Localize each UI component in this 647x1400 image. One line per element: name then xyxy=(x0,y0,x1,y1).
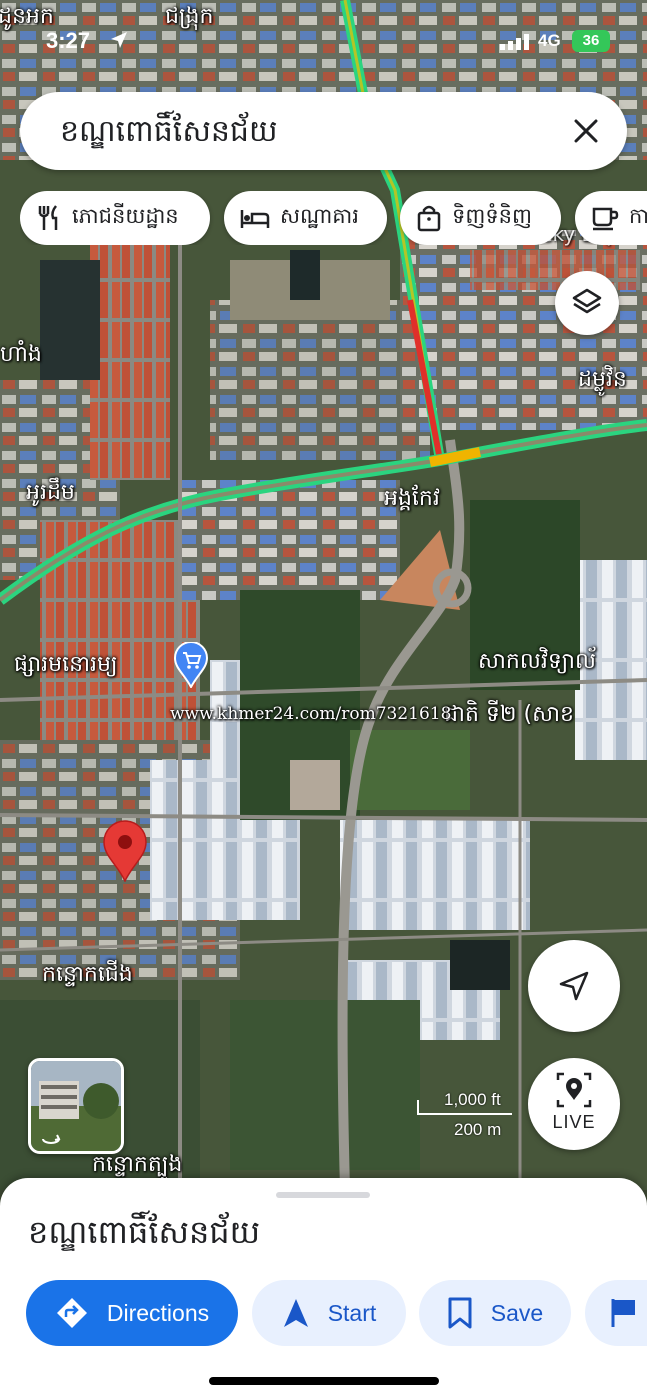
save-button[interactable]: Save xyxy=(419,1280,571,1346)
bookmark-icon xyxy=(448,1297,472,1329)
status-time: 3:27 xyxy=(46,28,91,53)
save-label: Save xyxy=(490,1299,544,1326)
live-view-button[interactable]: LIVE xyxy=(528,1058,620,1150)
directions-icon xyxy=(56,1298,87,1328)
map-label-university[interactable]: សាកលវិទ្យាល័ xyxy=(478,647,596,679)
map-label-area: អូរដឹម xyxy=(26,480,75,505)
scale-bar xyxy=(417,1100,512,1115)
start-label: Start xyxy=(327,1299,377,1326)
directions-button[interactable]: Directions xyxy=(26,1280,238,1346)
restaurant-icon xyxy=(38,205,58,230)
search-query[interactable]: ខណ្ឌពោធិ៍សែនជ័យ xyxy=(60,112,278,156)
place-title: ខណ្ឌពោធិ៍សែនជ័យ xyxy=(28,1213,261,1251)
street-view-thumbnail[interactable] xyxy=(28,1058,124,1154)
map-label-university[interactable]: ជាតិ ទី២ (សាខ xyxy=(444,700,574,732)
hotel-icon xyxy=(240,210,270,228)
chip-label: កា xyxy=(629,203,647,228)
directions-label: Directions xyxy=(106,1299,210,1326)
street-view-image xyxy=(31,1061,121,1151)
coffee-icon xyxy=(592,207,619,231)
chip-label: សណ្ឋាគារ xyxy=(280,203,359,228)
status-bar: 3:27 4G 36 xyxy=(0,28,647,58)
my-location-button[interactable] xyxy=(528,940,620,1032)
layers-icon xyxy=(572,288,602,314)
place-bottom-sheet[interactable]: ខណ្ឌពោធិ៍សែនជ័យ Directions Start Save xyxy=(0,1178,647,1400)
more-button[interactable] xyxy=(585,1280,647,1346)
map-label-area: ហាំង xyxy=(0,342,42,367)
flag-icon xyxy=(611,1299,635,1327)
signal-icon xyxy=(500,34,530,54)
start-button[interactable]: Start xyxy=(252,1280,406,1346)
layers-button[interactable] xyxy=(555,271,619,335)
close-icon[interactable] xyxy=(571,116,601,146)
map-label-area: កន្ទោកជើង xyxy=(42,962,133,987)
map-label-area: អង្គកែវ xyxy=(384,486,440,511)
sheet-handle[interactable] xyxy=(276,1192,370,1198)
battery-icon: 36 xyxy=(572,30,610,52)
search-bar[interactable]: ខណ្ឌពោធិ៍សែនជ័យ xyxy=(20,92,627,170)
chip-coffee[interactable]: កា xyxy=(575,191,647,245)
live-label: LIVE xyxy=(552,1112,596,1132)
category-chips: ភោជនីយដ្ឋាន សណ្ឋាគារ ទិញទំនិញ កា xyxy=(20,191,647,245)
live-view-icon xyxy=(556,1072,592,1108)
map-label-area: ដម្លូវិន xyxy=(578,367,627,392)
map-label-market[interactable]: ផ្សារមនោរម្យ xyxy=(14,650,118,682)
watermark-text: www.khmer24.com/rom7321618 xyxy=(170,704,452,724)
navigation-arrow-icon xyxy=(559,971,589,1001)
network-type: 4G xyxy=(538,31,561,50)
chip-label: ទិញទំនិញ xyxy=(452,203,532,228)
action-buttons: Directions Start Save xyxy=(0,1280,647,1348)
chip-restaurants[interactable]: ភោជនីយដ្ឋាន xyxy=(20,191,210,245)
location-arrow-icon xyxy=(110,31,128,53)
shopping-icon xyxy=(417,205,441,232)
navigation-icon xyxy=(283,1299,308,1327)
chip-label: ភោជនីយដ្ឋាន xyxy=(72,203,179,228)
chip-shopping[interactable]: ទិញទំនិញ xyxy=(400,191,561,245)
home-indicator[interactable] xyxy=(209,1377,439,1385)
chip-hotels[interactable]: សណ្ឋាគារ xyxy=(224,191,387,245)
